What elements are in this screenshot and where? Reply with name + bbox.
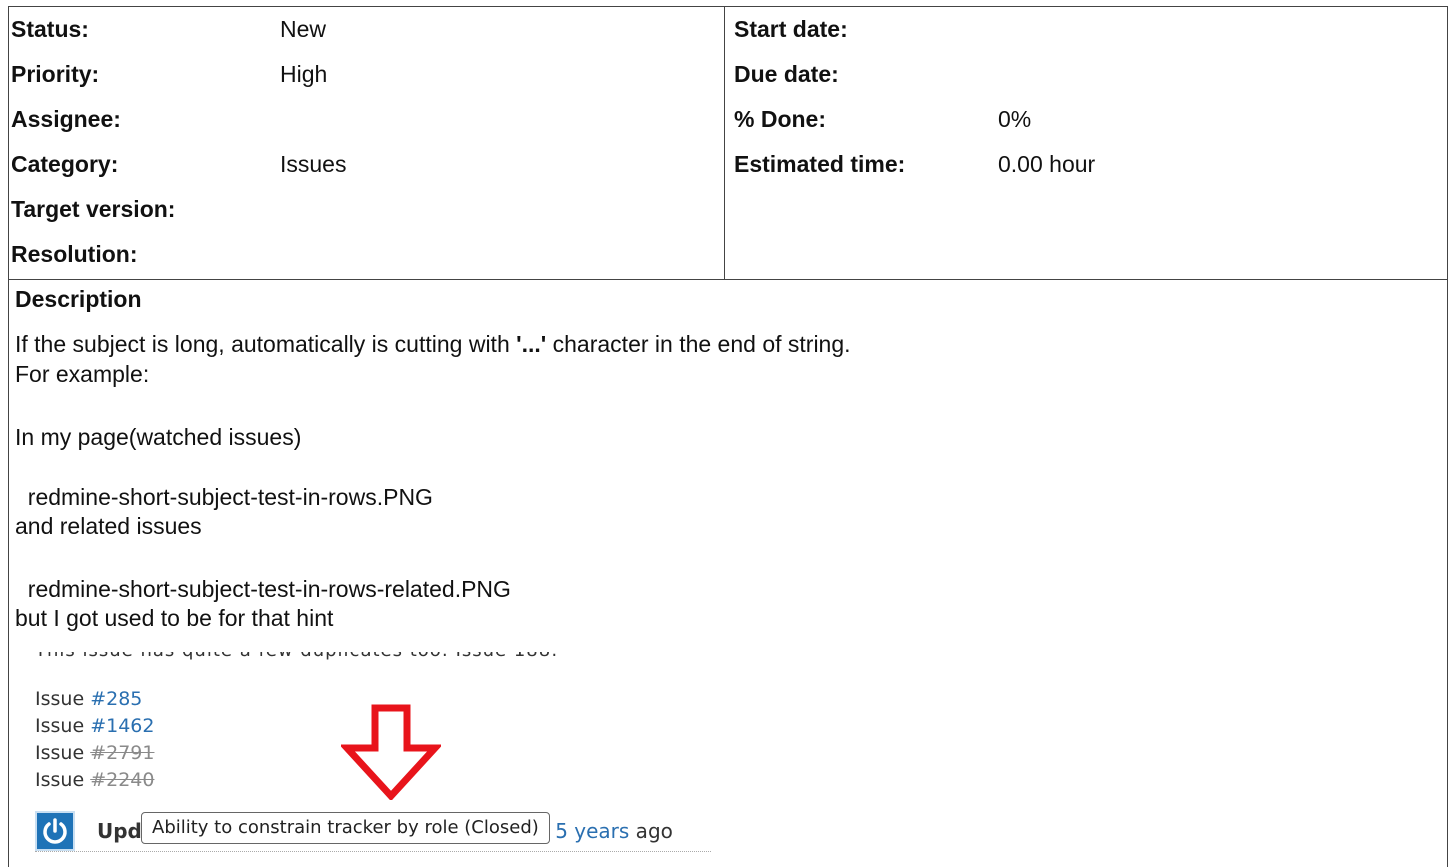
attr-value: 0% xyxy=(998,106,1032,132)
attributes-right-column: Start date: Due date: % Done: 0% Estimat… xyxy=(725,7,1447,279)
attr-estimated-time: Estimated time: 0.00 hour xyxy=(725,142,1447,187)
attr-label: Target version: xyxy=(11,196,176,222)
issue-prefix: Issue xyxy=(35,742,91,764)
description-heading: Description xyxy=(15,286,142,312)
attr-label: Resolution: xyxy=(11,241,138,267)
updated-time-suffix: ago xyxy=(629,819,673,843)
description-line: In my page(watched issues) xyxy=(15,424,302,450)
attr-category: Category: Issues xyxy=(9,142,724,187)
issue-link-closed[interactable]: #2791 xyxy=(90,742,154,764)
text-segment: character in the end of string. xyxy=(546,331,851,357)
issue-reference: Issue #285 xyxy=(35,688,142,710)
issue-attributes: Status: New Priority: High Assignee: Cat… xyxy=(9,7,1447,280)
attr-label: Priority: xyxy=(11,61,100,87)
issue-reference: Issue #2791 xyxy=(35,742,154,764)
issue-prefix: Issue xyxy=(35,688,91,710)
attr-label: % Done: xyxy=(734,106,826,132)
issue-tooltip: Ability to constrain tracker by role (Cl… xyxy=(141,812,550,844)
attr-assignee: Assignee: xyxy=(9,97,724,142)
issue-details-panel: Status: New Priority: High Assignee: Cat… xyxy=(8,6,1448,867)
attr-status: Status: New xyxy=(9,7,724,52)
attr-priority: Priority: High xyxy=(9,52,724,97)
attr-label: Assignee: xyxy=(11,106,121,132)
clipped-text: This issue has quite a few duplicates to… xyxy=(35,652,605,661)
issue-link-closed[interactable]: #2240 xyxy=(90,769,154,791)
attr-label: Category: xyxy=(11,151,119,177)
attr-target-version: Target version: xyxy=(9,187,724,232)
description-line: and related issues xyxy=(15,513,202,539)
attr-value: New xyxy=(280,16,327,42)
updated-time: t 5 years ago xyxy=(541,819,673,843)
power-icon xyxy=(35,811,75,851)
text-segment: If the subject is long, automatically is… xyxy=(15,331,517,357)
attachment-filename[interactable]: redmine-short-subject-test-in-rows.PNG xyxy=(15,484,433,511)
issue-link[interactable]: #1462 xyxy=(90,715,154,737)
updated-label: Upd xyxy=(97,819,142,843)
attr-value: High xyxy=(280,61,328,87)
issue-reference: Issue #1462 xyxy=(35,715,154,737)
embedded-screenshot: This issue has quite a few duplicates to… xyxy=(23,652,713,867)
attr-value: Issues xyxy=(280,151,347,177)
description-line: but I got used to be for that hint xyxy=(15,605,334,631)
issue-reference: Issue #2240 xyxy=(35,769,154,791)
clipped-text-line: This issue has quite a few duplicates to… xyxy=(35,652,605,662)
attr-resolution: Resolution: xyxy=(9,232,724,277)
down-arrow-icon xyxy=(341,704,441,800)
attributes-left-column: Status: New Priority: High Assignee: Cat… xyxy=(9,7,725,279)
issue-prefix: Issue xyxy=(35,715,91,737)
issue-prefix: Issue xyxy=(35,769,91,791)
attr-label: Start date: xyxy=(734,16,848,42)
attr-done-ratio: % Done: 0% xyxy=(725,97,1447,142)
description-line: If the subject is long, automatically is… xyxy=(15,331,851,358)
description-line: For example: xyxy=(15,361,150,387)
updated-time-link[interactable]: t 5 years xyxy=(541,819,629,843)
attr-due-date: Due date: xyxy=(725,52,1447,97)
attr-label: Estimated time: xyxy=(734,151,906,177)
attachment-filename[interactable]: redmine-short-subject-test-in-rows-relat… xyxy=(15,576,511,603)
attr-start-date: Start date: xyxy=(725,7,1447,52)
attr-label: Status: xyxy=(11,16,89,42)
issue-link[interactable]: #285 xyxy=(90,688,142,710)
attr-value: 0.00 hour xyxy=(998,151,1096,177)
attr-label: Due date: xyxy=(734,61,839,87)
bold-segment: '...' xyxy=(516,331,547,357)
